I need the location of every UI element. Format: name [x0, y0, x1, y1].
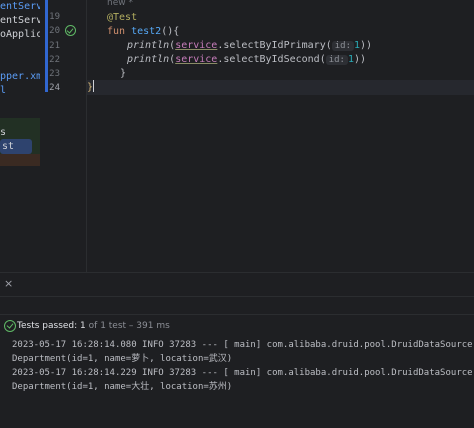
- line-number: 20: [49, 26, 60, 36]
- method-token: .selectByIdPrimary(: [217, 40, 332, 51]
- project-tree: entServi entServic oApplica pper.xml l s…: [0, 0, 40, 272]
- tree-item[interactable]: l: [0, 84, 6, 98]
- code-line-outer-close: }: [87, 80, 95, 95]
- passed-count: 1: [80, 321, 86, 331]
- code-editor[interactable]: new * @Test fun test2(){ println(service…: [87, 0, 474, 272]
- brace-token: }: [120, 68, 127, 79]
- code-line-inner-close: }: [120, 66, 126, 81]
- paren-token: )): [360, 40, 373, 51]
- code-line-fun: fun test2(){: [107, 24, 179, 39]
- tree-item[interactable]: entServic: [0, 14, 40, 28]
- text-caret: [93, 80, 95, 92]
- field-token: service: [175, 54, 218, 65]
- field-token: service: [175, 40, 218, 51]
- parameter-hint: id:: [331, 41, 354, 51]
- tree-item[interactable]: entServi: [0, 0, 40, 14]
- keyword-token: fun: [107, 26, 126, 37]
- status-rest: of 1 test – 391 ms: [88, 321, 170, 331]
- status-prefix: Tests passed:: [17, 321, 78, 331]
- parameter-hint: id:: [325, 55, 348, 65]
- tree-item-selected[interactable]: st: [2, 140, 14, 154]
- run-test-icon[interactable]: [65, 25, 76, 36]
- current-line-highlight: [87, 80, 474, 95]
- test-status-text: Tests passed: 1 of 1 test – 391 ms: [17, 320, 170, 332]
- test-status-bar: Tests passed: 1 of 1 test – 391 ms: [0, 314, 474, 338]
- tests-passed-icon: [4, 320, 16, 332]
- tree-item[interactable]: pper.xml: [0, 70, 40, 84]
- println-token: println: [127, 40, 170, 51]
- line-number-current: 24: [49, 83, 60, 93]
- annotation-token: @Test: [107, 12, 138, 23]
- code-line-annotation: @Test: [107, 10, 137, 25]
- function-name-token: test2: [131, 26, 162, 37]
- line-number: 22: [49, 55, 60, 65]
- method-token: .selectByIdSecond(: [217, 54, 326, 65]
- tree-item[interactable]: oApplica: [0, 28, 40, 42]
- line-number: 21: [49, 41, 60, 51]
- code-line-call2: println(service.selectByIdSecond(id: 1)): [127, 52, 366, 67]
- excluded-folder-highlight: [0, 154, 40, 166]
- tree-item[interactable]: s: [0, 126, 6, 140]
- console-line: 2023-05-17 16:28:14.080 INFO 37283 --- […: [12, 340, 473, 350]
- paren-token: )): [354, 54, 367, 65]
- close-icon[interactable]: ×: [4, 277, 13, 290]
- signature-token: (){: [161, 26, 180, 37]
- editor-gutter: 19 20 21 22 23 24: [40, 0, 87, 272]
- console-output[interactable]: 2023-05-17 16:28:14.080 INFO 37283 --- […: [0, 337, 474, 428]
- console-line: Department(id=1, name=大壮, location=苏州): [12, 382, 233, 392]
- line-number: 23: [49, 69, 60, 79]
- run-toolbar: [0, 296, 474, 315]
- console-line: Department(id=1, name=萝卜, location=武汉): [12, 354, 233, 364]
- println-token: println: [127, 54, 170, 65]
- run-tool-window-header: ×: [0, 272, 474, 297]
- code-line-call1: println(service.selectByIdPrimary(id: 1)): [127, 38, 372, 53]
- console-line: 2023-05-17 16:28:14.229 INFO 37283 --- […: [12, 368, 473, 378]
- line-number: 19: [49, 12, 60, 22]
